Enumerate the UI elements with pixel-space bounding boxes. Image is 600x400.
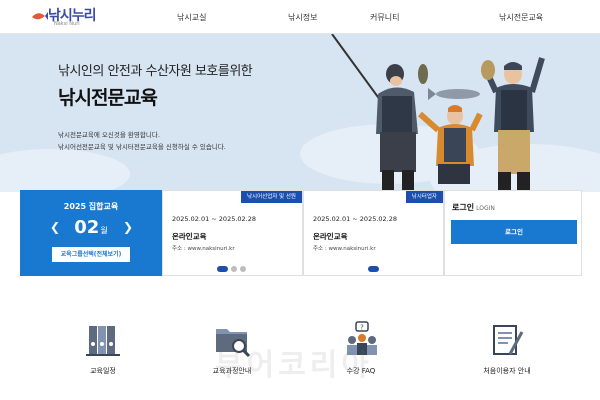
binders-icon xyxy=(86,326,120,356)
quick-link-label: 교육일정 xyxy=(90,367,116,375)
carousel-dot-1[interactable] xyxy=(217,266,228,272)
svg-text:?: ? xyxy=(360,324,364,332)
schedule-month: 02월 xyxy=(74,217,108,238)
site-logo[interactable]: 낚시누리 Naksi Nuri xyxy=(30,5,100,29)
edu-card-title: 온라인교육 xyxy=(313,232,348,241)
carousel-dots xyxy=(217,266,257,272)
quick-link-guide[interactable]: 처음이용자 안내 xyxy=(462,316,552,386)
carousel-dots xyxy=(368,266,388,272)
watermark-text: 부어코리아 xyxy=(215,348,373,383)
info-cards-row: 2025 집합교육 ❮ 02월 ❯ 교육그룹선택(전체보기) 낚시어선업자 및 … xyxy=(20,190,582,276)
carousel-dot-3[interactable] xyxy=(240,266,246,272)
chevron-right-icon[interactable]: ❯ xyxy=(123,220,133,234)
edu-card-title: 온라인교육 xyxy=(172,232,207,241)
site-header: 낚시누리 Naksi Nuri 낚시교실 낚시정보 커뮤니티 낚시전문교육 xyxy=(0,0,600,34)
edu-card-tag: 낚시어선업자 및 선원 xyxy=(240,191,302,203)
edu-card-date: 2025.02.01 ~ 2025.02.28 xyxy=(172,215,257,223)
schedule-card: 2025 집합교육 ❮ 02월 ❯ 교육그룹선택(전체보기) xyxy=(20,190,162,276)
nav-item-fishing-class[interactable]: 낚시교실 xyxy=(177,12,206,23)
fishermen-illustration xyxy=(331,34,545,190)
login-title: 로그인 LOGIN xyxy=(452,203,495,212)
hero-description-1: 낚시전문교육에 오신것을 환영합니다. xyxy=(58,131,160,139)
hero-title: 낚시전문교육 xyxy=(58,87,158,109)
nav-item-community[interactable]: 커뮤니티 xyxy=(370,12,399,23)
group-select-button[interactable]: 교육그룹선택(전체보기) xyxy=(51,246,131,263)
edu-card-address: 주소 : www.naksinuri.kr xyxy=(172,246,235,252)
edu-card-pond[interactable]: 낚시터업자 2025.02.01 ~ 2025.02.28 온라인교육 주소 :… xyxy=(303,190,444,276)
edu-card-address: 주소 : www.naksinuri.kr xyxy=(313,246,376,252)
logo-subtext: Naksi Nuri xyxy=(54,21,80,27)
quick-link-schedule[interactable]: 교육일정 xyxy=(58,316,148,386)
login-card: 로그인 LOGIN 로그인 xyxy=(444,190,582,276)
edu-card-tag: 낚시터업자 xyxy=(405,191,443,203)
hero-description-2: 낚시어선전문교육 및 낚시터전문교육을 신청하실 수 있습니다. xyxy=(58,143,226,151)
edu-card-date: 2025.02.01 ~ 2025.02.28 xyxy=(313,215,398,223)
login-button[interactable]: 로그인 xyxy=(451,220,577,244)
fish-logo-icon xyxy=(32,12,48,20)
hero-banner: 낚시인의 안전과 수산자원 보호를위한 낚시전문교육 낚시전문교육에 오신것을 … xyxy=(0,34,600,192)
nav-item-fishing-info[interactable]: 낚시정보 xyxy=(288,12,317,23)
hero-subtitle: 낚시인의 안전과 수산자원 보호를위한 xyxy=(58,64,253,79)
carousel-dot-2[interactable] xyxy=(231,266,237,272)
nav-item-expert-education[interactable]: 낚시전문교육 xyxy=(499,12,543,23)
carousel-dot-1[interactable] xyxy=(368,266,379,272)
quick-link-label: 처음이용자 안내 xyxy=(483,367,531,375)
edu-card-boat[interactable]: 낚시어선업자 및 선원 2025.02.01 ~ 2025.02.28 온라인교… xyxy=(162,190,303,276)
document-pen-icon xyxy=(493,325,524,355)
schedule-title: 2025 집합교육 xyxy=(63,202,119,211)
